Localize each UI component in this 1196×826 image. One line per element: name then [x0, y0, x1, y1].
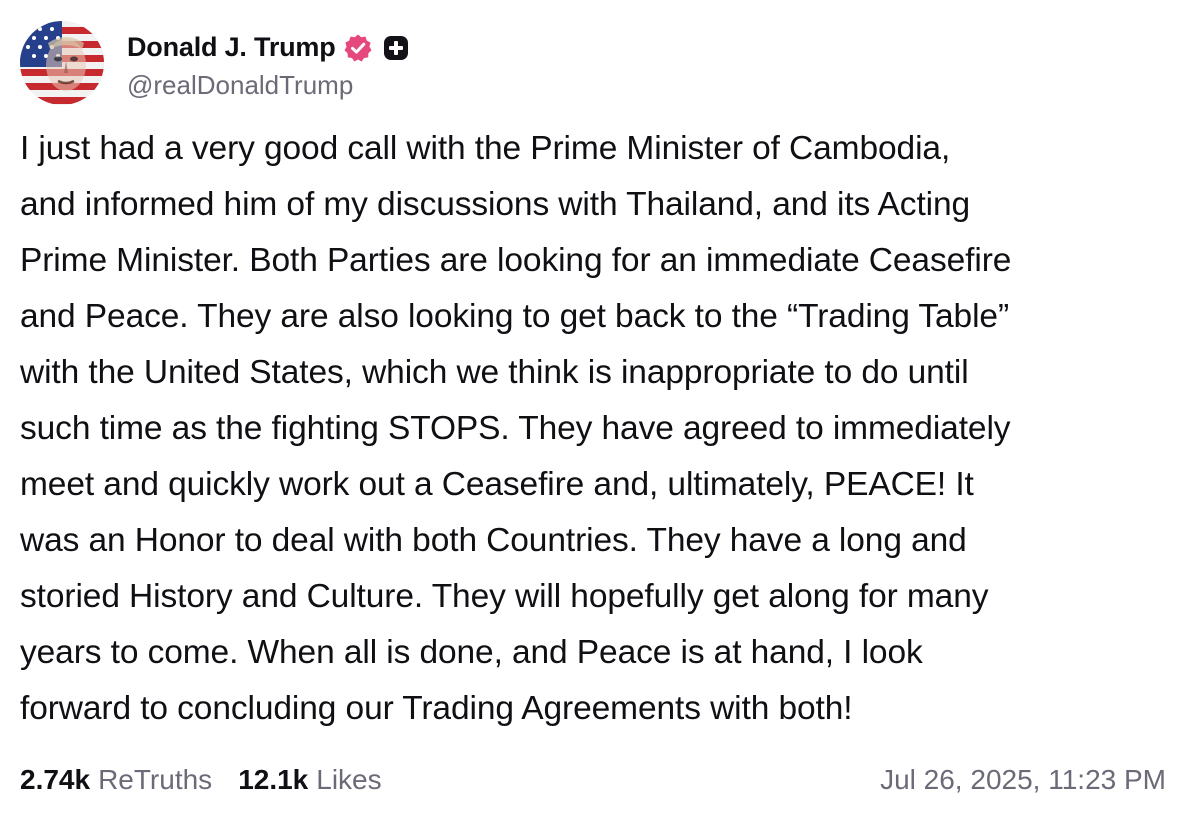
avatar-flag-portrait-icon [20, 21, 104, 105]
likes-label: Likes [316, 764, 382, 795]
avatar[interactable] [20, 21, 104, 105]
verified-badge-icon [343, 33, 373, 63]
likes-stat[interactable]: 12.1k Likes [238, 764, 381, 796]
author-handle[interactable]: @realDonaldTrump [127, 70, 409, 101]
post-header: Donald J. Trump @realDonaldTrump [20, 20, 1166, 106]
plus-badge-icon [383, 35, 409, 61]
post-footer: 2.74k ReTruths 12.1k Likes Jul 26, 2025,… [20, 752, 1166, 808]
retruths-label: ReTruths [98, 764, 213, 795]
likes-count: 12.1k [238, 764, 309, 795]
post-timestamp[interactable]: Jul 26, 2025, 11:23 PM [880, 764, 1166, 796]
post-card: Donald J. Trump @realDonaldTrump I just … [0, 0, 1196, 826]
name-row: Donald J. Trump [127, 26, 409, 70]
retruths-count: 2.74k [20, 764, 91, 795]
retruths-stat[interactable]: 2.74k ReTruths [20, 764, 212, 796]
author-display-name[interactable]: Donald J. Trump [127, 32, 336, 63]
post-text: I just had a very good call with the Pri… [20, 130, 1012, 727]
author-identity: Donald J. Trump @realDonaldTrump [127, 26, 409, 101]
